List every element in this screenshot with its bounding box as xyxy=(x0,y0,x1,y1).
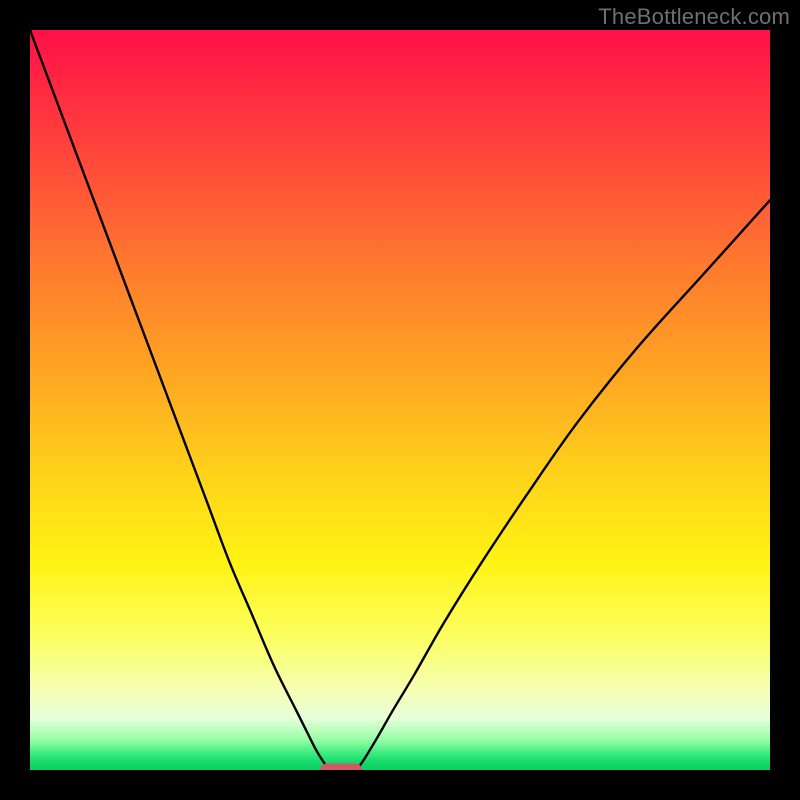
minimum-marker xyxy=(320,764,362,771)
bottleneck-curve xyxy=(30,30,770,770)
curve-right-branch xyxy=(356,200,770,770)
chart-frame: TheBottleneck.com xyxy=(0,0,800,800)
watermark-text: TheBottleneck.com xyxy=(598,4,790,30)
curve-left-branch xyxy=(30,30,330,770)
plot-area xyxy=(30,30,770,770)
